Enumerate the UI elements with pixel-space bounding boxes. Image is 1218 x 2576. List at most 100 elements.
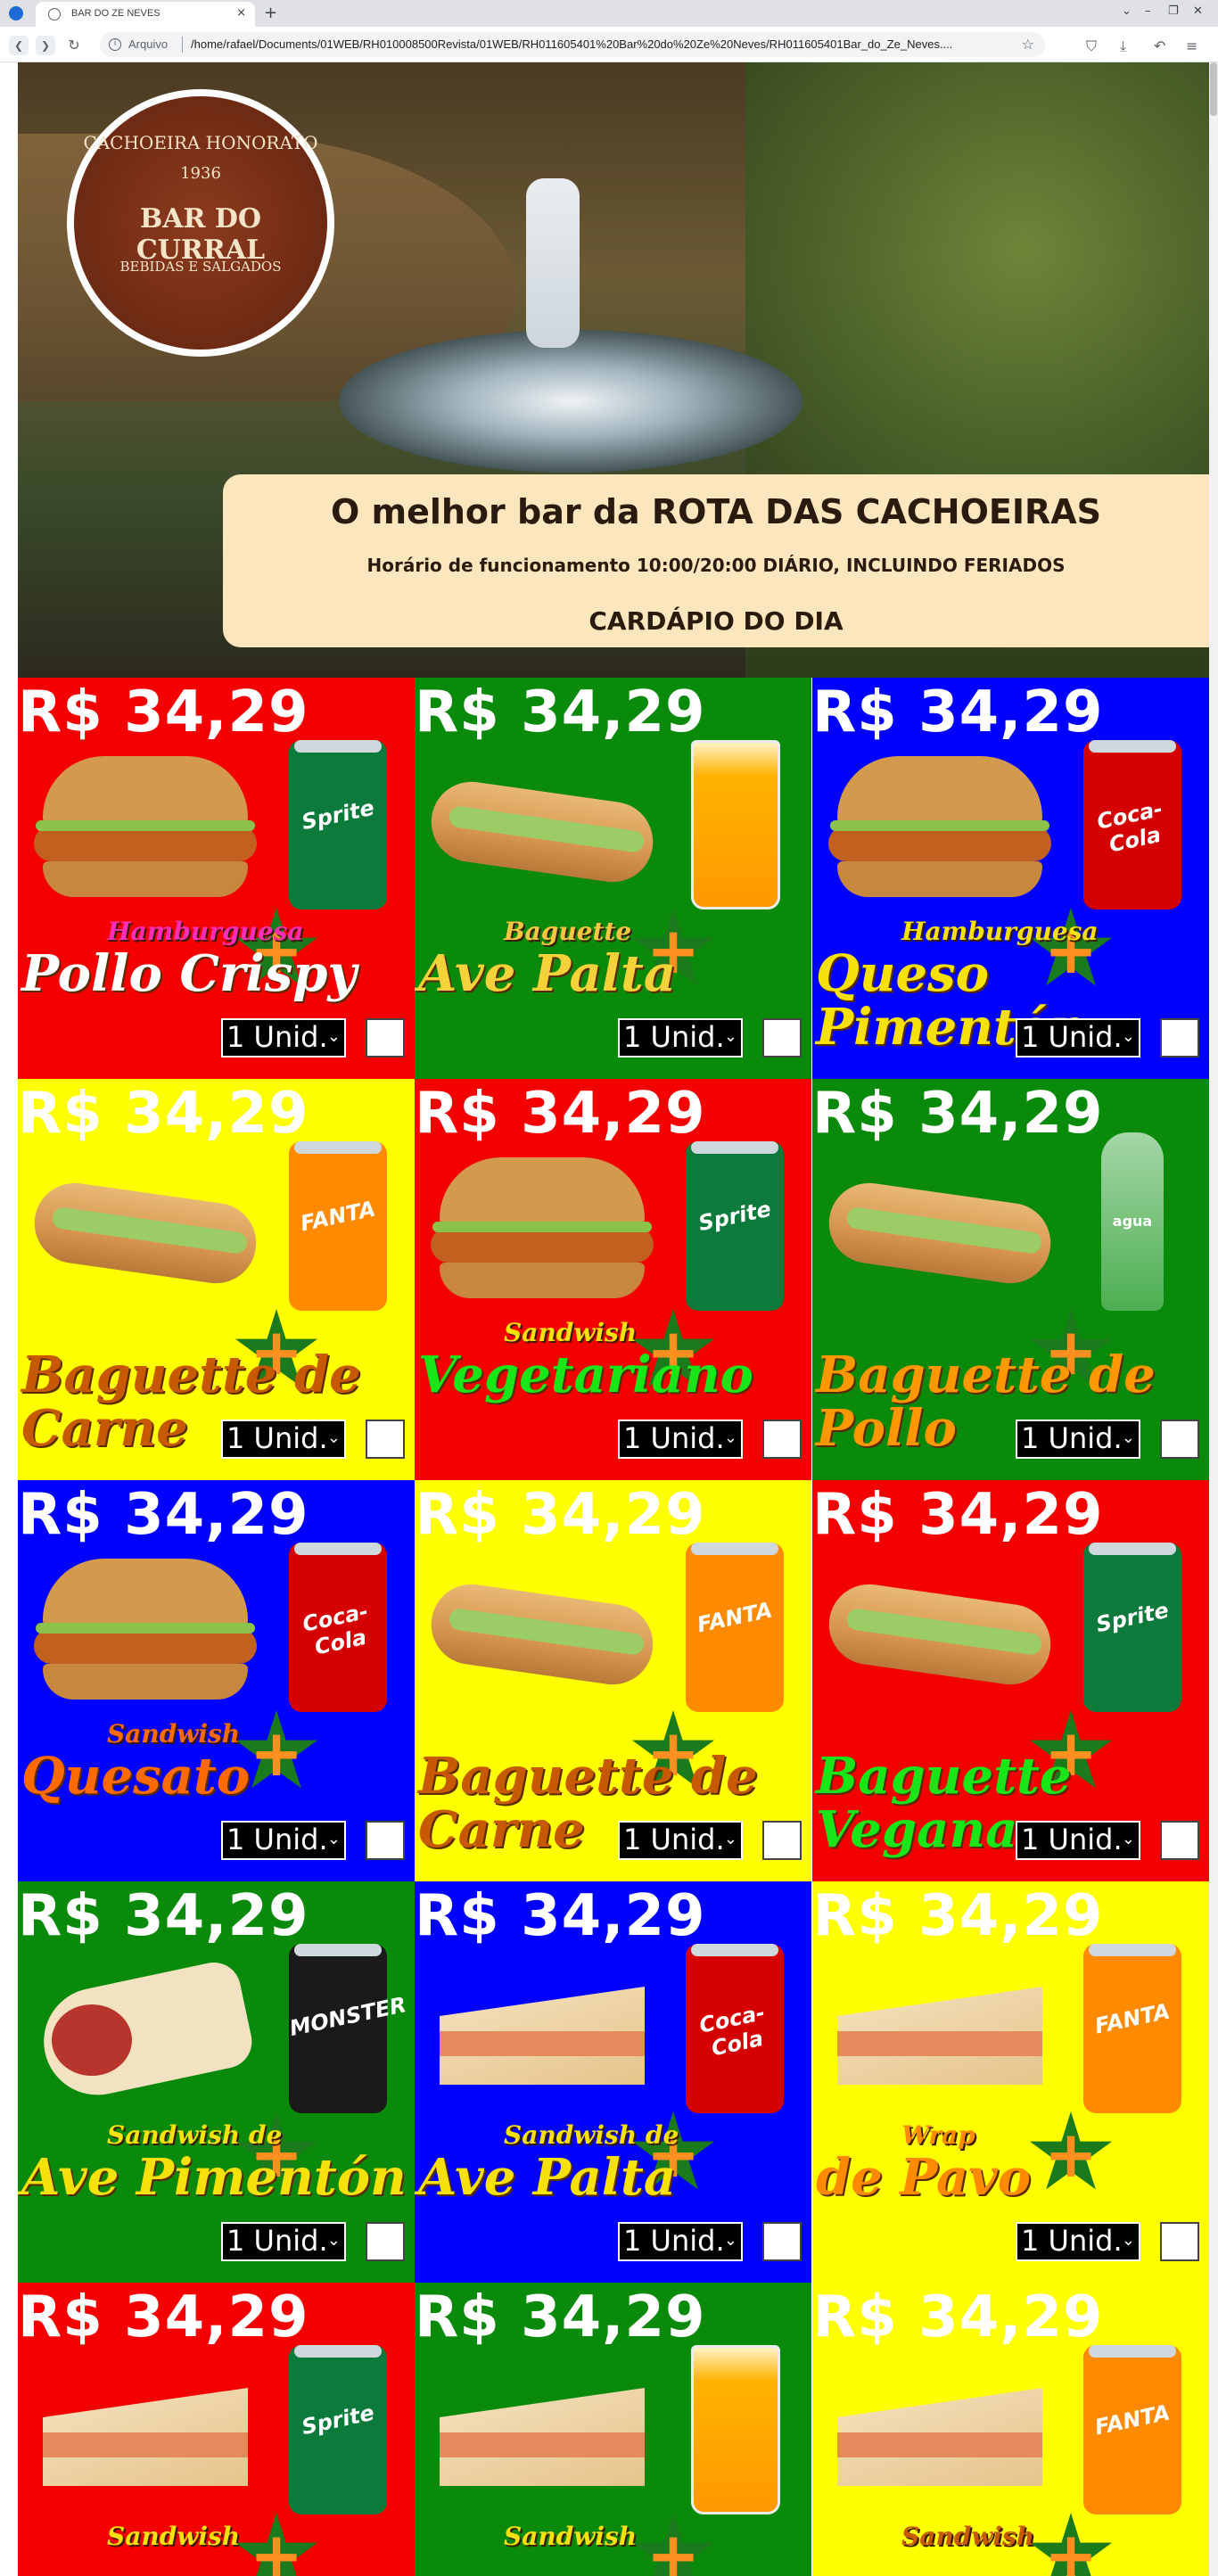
select-checkbox[interactable]	[366, 2222, 405, 2261]
forward-button[interactable]: ❯	[36, 36, 55, 55]
price-label: R$ 34,29	[18, 2284, 309, 2350]
menu-card: R$ 34,29 + Sandwish 1 Unid. ⌄	[415, 2283, 811, 2576]
quantity-value: 1 Unid.	[623, 1823, 725, 1856]
active-tab[interactable]: BAR DO ZE NEVES ×	[36, 2, 255, 27]
drink-image: MONSTER	[285, 1935, 409, 2113]
shield-icon[interactable]: ⛉	[1086, 37, 1097, 55]
bar-logo-seal: CACHOEIRA HONORATO 1936 BAR DO CURRAL BE…	[74, 96, 327, 350]
drink-brand: MONSTER	[287, 1992, 409, 2042]
quantity-select[interactable]: 1 Unid. ⌄	[221, 1420, 346, 1459]
price-label: R$ 34,29	[415, 1883, 706, 1949]
drink-image: FANTA	[1080, 1935, 1187, 2113]
quantity-select[interactable]: 1 Unid. ⌄	[221, 1821, 346, 1860]
chevron-down-icon: ⌄	[723, 2231, 737, 2250]
drink-brand: agua	[1112, 1213, 1153, 1230]
menu-card: R$ 34,29 Coca-Cola + Sandwish Quesato 1 …	[18, 1480, 415, 1881]
item-name: Ave Palta	[418, 944, 677, 1003]
price-label: R$ 34,29	[415, 679, 706, 745]
new-tab-button[interactable]: +	[264, 4, 277, 22]
select-checkbox[interactable]	[762, 2222, 802, 2261]
quantity-select[interactable]: 1 Unid. ⌄	[618, 1821, 743, 1860]
drink-image: FANTA	[1080, 2336, 1187, 2514]
select-checkbox[interactable]	[1160, 2222, 1199, 2261]
select-checkbox[interactable]	[762, 1821, 802, 1860]
globe-icon	[48, 8, 61, 21]
scrollbar-thumb[interactable]	[1210, 62, 1217, 116]
hero-image: CACHOEIRA HONORATO 1936 BAR DO CURRAL BE…	[18, 62, 1209, 678]
chevron-down-icon: ⌄	[723, 1428, 737, 1447]
drink-brand: FANTA	[298, 1196, 378, 1237]
select-checkbox[interactable]	[366, 1420, 405, 1459]
menu-icon[interactable]: ≡	[1186, 37, 1197, 54]
price-label: R$ 34,29	[812, 1081, 1104, 1147]
menu-card: R$ 34,29 FANTA + Sandwish 1 Unid. ⌄	[812, 2283, 1209, 2576]
star-icon[interactable]: ☆	[1022, 36, 1034, 53]
select-checkbox[interactable]	[366, 1018, 405, 1058]
quantity-select[interactable]: 1 Unid. ⌄	[221, 2222, 346, 2261]
select-checkbox[interactable]	[762, 1420, 802, 1459]
select-checkbox[interactable]	[1160, 1821, 1199, 1860]
quantity-value: 1 Unid.	[1021, 1020, 1123, 1054]
item-name-top: Sandwish	[504, 1318, 638, 1347]
baguette-image	[422, 1559, 662, 1719]
browser-logo-icon	[9, 6, 23, 21]
menu-card: R$ 34,29 Coca-Cola + Sandwish de Ave Pal…	[415, 1881, 811, 2283]
drink-image	[682, 731, 789, 909]
burger-image	[25, 1559, 266, 1719]
close-window-button[interactable]: ✕	[1193, 4, 1203, 18]
item-name: Quesato	[21, 1747, 251, 1806]
item-name-top: Sandwish	[901, 2522, 1035, 2551]
menu-card: R$ 34,29 Coca-Cola + Hamburguesa Queso P…	[812, 678, 1209, 1079]
quantity-select[interactable]: 1 Unid. ⌄	[618, 1018, 743, 1058]
reload-icon[interactable]: ↻	[64, 36, 84, 55]
menu-card: R$ 34,29 agua + Baguette de Pollo 1 Unid…	[812, 1079, 1209, 1480]
scrollbar[interactable]	[1209, 62, 1218, 2576]
quantity-value: 1 Unid.	[226, 1020, 328, 1054]
drink-brand: Coca-Cola	[1094, 795, 1165, 858]
logo-line-1: CACHOEIRA HONORATO	[83, 132, 318, 153]
minimize-button[interactable]: –	[1145, 4, 1151, 18]
quantity-value: 1 Unid.	[623, 1421, 725, 1455]
drink-brand: FANTA	[695, 1597, 775, 1638]
info-icon[interactable]: i	[109, 38, 121, 51]
burger-image	[422, 1157, 662, 1318]
drink-image: FANTA	[285, 1132, 392, 1311]
drink-brand: FANTA	[1092, 1998, 1173, 2039]
sandwich-image	[819, 2361, 1060, 2522]
price-label: R$ 34,29	[415, 1482, 706, 1548]
quantity-select[interactable]: 1 Unid. ⌄	[1016, 1018, 1140, 1058]
chevron-down-icon[interactable]: ⌄	[1122, 4, 1132, 18]
baguette-image	[25, 1157, 266, 1318]
quantity-select[interactable]: 1 Unid. ⌄	[618, 1420, 743, 1459]
drink-brand: FANTA	[1092, 2399, 1173, 2440]
address-bar[interactable]: i Arquivo /home/rafael/Documents/01WEB/R…	[100, 32, 1045, 57]
quantity-select[interactable]: 1 Unid. ⌄	[1016, 2222, 1140, 2261]
drink-image: Sprite	[285, 2336, 392, 2514]
logo-line-2: 1936	[180, 164, 221, 183]
select-checkbox[interactable]	[1160, 1018, 1199, 1058]
menu-card: R$ 34,29 FANTA + Wrap de Pavo 1 Unid. ⌄	[812, 1881, 1209, 2283]
select-checkbox[interactable]	[1160, 1420, 1199, 1459]
quantity-select[interactable]: 1 Unid. ⌄	[618, 2222, 743, 2261]
item-name-top: Sandwish de	[107, 2120, 283, 2150]
tab-close-icon[interactable]: ×	[236, 6, 246, 20]
banner-title: O melhor bar da ROTA DAS CACHOEIRAS	[330, 492, 1102, 531]
select-checkbox[interactable]	[762, 1018, 802, 1058]
menu-card: R$ 34,29 Sprite + Baguette Vegana 1 Unid…	[812, 1480, 1209, 1881]
quantity-select[interactable]: 1 Unid. ⌄	[1016, 1420, 1140, 1459]
quantity-select[interactable]: 1 Unid. ⌄	[1016, 1821, 1140, 1860]
drink-brand: Sprite	[299, 2399, 377, 2440]
price-label: R$ 34,29	[18, 1883, 309, 1949]
quantity-select[interactable]: 1 Unid. ⌄	[221, 1018, 346, 1058]
price-label: R$ 34,29	[415, 2284, 706, 2350]
menu-card: R$ 34,29 FANTA + Baguette de Carne 1 Uni…	[415, 1480, 811, 1881]
quantity-value: 1 Unid.	[226, 2224, 328, 2258]
chevron-down-icon: ⌄	[1121, 2231, 1135, 2250]
select-checkbox[interactable]	[366, 1821, 405, 1860]
download-icon[interactable]: ⤓	[1120, 37, 1126, 55]
url-text[interactable]: /home/rafael/Documents/01WEB/RH010008500…	[191, 37, 1029, 51]
maximize-button[interactable]: ❐	[1168, 4, 1179, 18]
undo-icon[interactable]: ↶	[1154, 37, 1165, 54]
item-name: Ave Palta	[418, 2148, 677, 2207]
back-button[interactable]: ❮	[9, 36, 29, 55]
